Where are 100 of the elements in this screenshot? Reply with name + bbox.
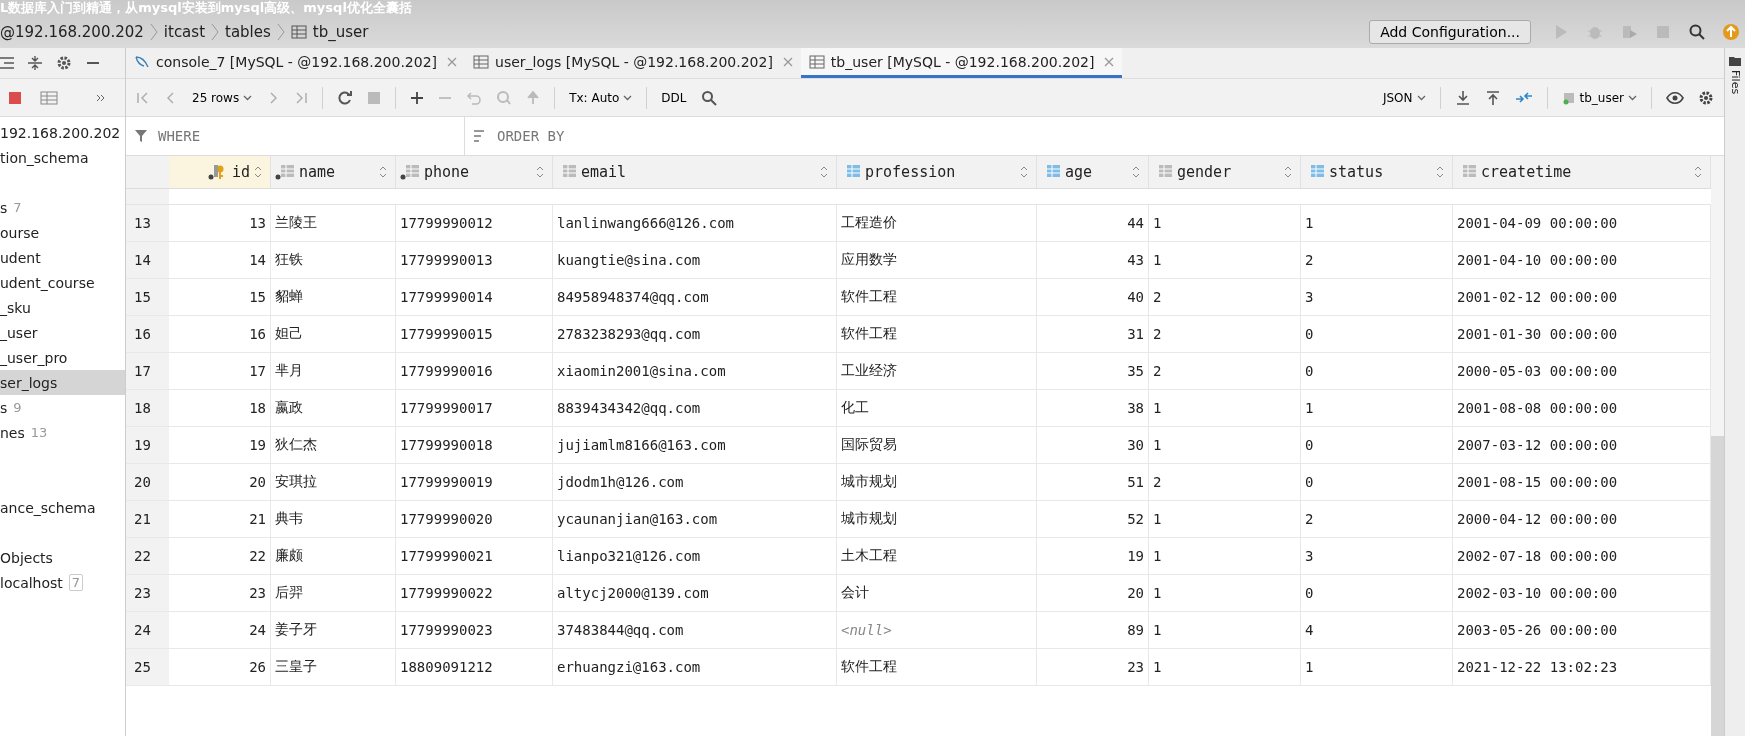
- format-dropdown[interactable]: JSON: [1382, 90, 1426, 105]
- table-cell: 1: [1149, 612, 1301, 648]
- tree-item[interactable]: ance_schema: [0, 495, 125, 520]
- tree-item[interactable]: tion_schema: [0, 145, 125, 170]
- table-cell: 16: [169, 316, 271, 352]
- breadcrumb-item[interactable]: tables: [225, 22, 271, 41]
- add-configuration-button[interactable]: Add Configuration...: [1369, 19, 1531, 44]
- editor-tab[interactable]: user_logs [MySQL - @192.168.200.202]: [465, 48, 801, 78]
- column-header[interactable]: email: [553, 156, 837, 188]
- table-cell: 0: [1301, 353, 1453, 389]
- column-header[interactable]: id: [169, 156, 271, 188]
- submit-icon[interactable]: [526, 90, 541, 105]
- first-page-icon[interactable]: [136, 90, 150, 105]
- caret-icon: [623, 94, 633, 101]
- tree-item[interactable]: Objects: [0, 545, 125, 570]
- tree-item[interactable]: ourse: [0, 220, 125, 245]
- expand-icon[interactable]: [0, 56, 14, 70]
- tree-item[interactable]: nes 13: [0, 420, 125, 445]
- column-header[interactable]: phone: [396, 156, 553, 188]
- sort-icon[interactable]: [379, 166, 387, 178]
- files-tab[interactable]: Files: [1728, 70, 1742, 95]
- close-icon[interactable]: [1104, 56, 1115, 67]
- sort-icon[interactable]: [536, 166, 544, 178]
- tree-item[interactable]: _user_pro: [0, 345, 125, 370]
- tree-item[interactable]: _sku: [0, 295, 125, 320]
- search-icon[interactable]: [1688, 22, 1706, 41]
- breadcrumb-item[interactable]: itcast: [163, 22, 205, 41]
- sort-icon[interactable]: [1284, 166, 1292, 178]
- tree-item[interactable]: s 9: [0, 395, 125, 420]
- collapse-icon[interactable]: [28, 56, 42, 70]
- stop-icon[interactable]: [367, 90, 382, 105]
- row-number: 13: [126, 205, 169, 241]
- order-by-field[interactable]: ORDER BY: [497, 128, 565, 144]
- sort-icon[interactable]: [1436, 166, 1444, 178]
- table-cell: 三皇子: [271, 649, 396, 685]
- table-cell: 20: [169, 464, 271, 500]
- stop-icon[interactable]: [8, 90, 22, 105]
- sort-icon[interactable]: [254, 166, 262, 178]
- column-header[interactable]: gender: [1149, 156, 1301, 188]
- column-header[interactable]: name: [271, 156, 396, 188]
- table-cell: xiaomin2001@sina.com: [553, 353, 837, 389]
- table-cell: 13: [169, 205, 271, 241]
- more-icon[interactable]: [96, 92, 106, 103]
- view-icon[interactable]: [1666, 90, 1684, 105]
- close-icon[interactable]: [782, 56, 793, 67]
- sort-icon[interactable]: [1132, 166, 1140, 178]
- close-icon[interactable]: [447, 56, 458, 67]
- table-cell: 22: [169, 538, 271, 574]
- preview-icon[interactable]: [496, 89, 513, 106]
- table-cell: 1: [1149, 242, 1301, 278]
- column-name: phone: [424, 163, 470, 181]
- page-size-dropdown[interactable]: 25 rows: [192, 90, 253, 105]
- scrollbar[interactable]: [1711, 436, 1724, 736]
- tree-item-label: _sku: [0, 299, 31, 316]
- table-cell: 3: [1301, 538, 1453, 574]
- settings-icon[interactable]: [56, 55, 72, 71]
- table-cell: 1: [1149, 575, 1301, 611]
- tree-item[interactable]: s 7: [0, 195, 125, 220]
- dolphin-icon: [134, 53, 150, 70]
- folder-icon[interactable]: [1729, 56, 1741, 66]
- update-icon[interactable]: [1722, 22, 1740, 41]
- row-number: 15: [126, 279, 169, 315]
- refresh-icon[interactable]: [337, 89, 354, 106]
- add-icon[interactable]: [410, 90, 425, 105]
- transaction-dropdown[interactable]: Tx: Auto: [569, 90, 633, 105]
- table-icon[interactable]: [40, 90, 58, 105]
- column-header[interactable]: status: [1301, 156, 1453, 188]
- ddl-button[interactable]: DDL: [661, 90, 687, 105]
- table-cell: 城市规划: [837, 501, 1037, 537]
- table-cell: 狂铁: [271, 242, 396, 278]
- tree-item-label: udent: [0, 249, 41, 266]
- tree-item[interactable]: udent_course: [0, 270, 125, 295]
- last-page-icon[interactable]: [294, 90, 309, 105]
- table-cell: 1: [1149, 427, 1301, 463]
- where-field[interactable]: WHERE: [158, 128, 201, 144]
- table-cell: jujiamlm8166@163.com: [553, 427, 837, 463]
- editor-tab[interactable]: console_7 [MySQL - @192.168.200.202]: [126, 48, 466, 78]
- column-header[interactable]: profession: [837, 156, 1037, 188]
- table-cell: 1: [1149, 501, 1301, 537]
- table-cell: 城市规划: [837, 464, 1037, 500]
- settings-icon[interactable]: [1698, 89, 1714, 106]
- sort-icon[interactable]: [1020, 166, 1028, 178]
- tree-item[interactable]: udent: [0, 245, 125, 270]
- breadcrumb-item[interactable]: @192.168.200.202: [0, 22, 144, 41]
- breadcrumb-item[interactable]: tb_user: [312, 22, 369, 41]
- column-name: gender: [1177, 163, 1232, 181]
- table-cell: 1: [1149, 649, 1301, 685]
- search-icon[interactable]: [700, 89, 717, 106]
- tree-item[interactable]: _user: [0, 320, 125, 345]
- tree-item[interactable]: ser_logs: [0, 370, 125, 395]
- tree-item[interactable]: localhost 7: [0, 570, 125, 595]
- undo-icon[interactable]: [466, 89, 483, 106]
- sort-icon[interactable]: [820, 166, 828, 178]
- target-dropdown[interactable]: tb_user: [1561, 90, 1637, 105]
- column-header[interactable]: age: [1037, 156, 1149, 188]
- upload-icon[interactable]: [1484, 89, 1501, 106]
- sort-icon[interactable]: [1694, 166, 1702, 178]
- download-icon[interactable]: [1454, 89, 1471, 106]
- editor-tab[interactable]: tb_user [MySQL - @192.168.200.202]: [800, 48, 1123, 78]
- table-cell: 17799990013: [396, 242, 553, 278]
